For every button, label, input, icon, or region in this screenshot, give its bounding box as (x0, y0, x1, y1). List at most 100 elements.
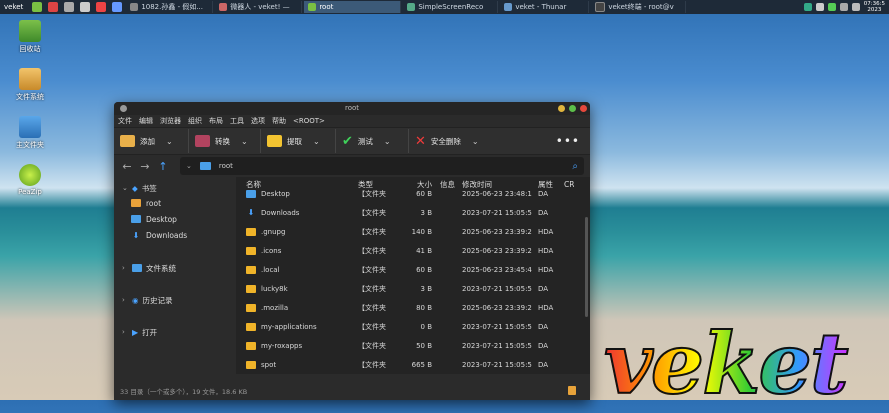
up-arrow-icon[interactable]: ↑ (156, 160, 170, 173)
quicklaunch-icon-6[interactable] (112, 2, 123, 12)
folder-icon (246, 341, 256, 350)
file-row[interactable]: lucky8k 【文件夹 3 B 2023-07-21 15:05:5 DA (236, 279, 590, 298)
file-list: 名称 类型 大小 信息 修改时间 属性 CR Desktop 【文件夹 60 B… (236, 177, 590, 374)
menu-edit[interactable]: 编辑 (139, 116, 153, 126)
lock-icon[interactable] (568, 386, 576, 395)
desktop-icon-filesystem[interactable]: 文件系统 (8, 68, 52, 102)
chevron-down-icon[interactable]: ⌄ (186, 162, 192, 170)
taskbar-task-5[interactable]: veket终端 - root@v (591, 1, 687, 13)
menu-tools[interactable]: 工具 (230, 116, 244, 126)
file-row[interactable]: my-roxapps 【文件夹 50 B 2023-07-21 15:05:5 … (236, 336, 590, 355)
secure-delete-button[interactable]: ✕ 安全删除 ⌄ (409, 129, 505, 153)
sidebar-open-header[interactable]: › ▶ 打开 (114, 325, 236, 339)
task-app-icon (504, 3, 513, 11)
download-icon: ⬇ (132, 230, 140, 240)
volume-icon[interactable] (851, 3, 860, 11)
folder-icon (246, 322, 256, 331)
column-name[interactable]: 名称 (236, 179, 358, 190)
chevron-right-icon: › (122, 328, 125, 336)
quicklaunch-icon-3[interactable] (64, 2, 75, 12)
task-app-icon (308, 3, 317, 11)
sidebar-item-downloads[interactable]: ⬇ Downloads (114, 227, 236, 243)
taskbar-task-4[interactable]: veket - Thunar (500, 1, 590, 13)
maximize-button[interactable] (569, 105, 576, 112)
folder-icon (246, 246, 256, 255)
history-icon: ◉ (132, 295, 139, 305)
network-icon[interactable] (839, 3, 848, 11)
file-row[interactable]: spot 【文件夹 665 B 2023-07-21 15:05:5 DA (236, 355, 590, 374)
column-crc[interactable]: CR (564, 180, 574, 189)
file-row[interactable]: .mozilla 【文件夹 80 B 2025-06-23 23:39:2 HD… (236, 298, 590, 317)
folder-icon (199, 162, 211, 170)
close-button[interactable] (580, 105, 587, 112)
sidebar-history-header[interactable]: › ◉ 历史记录 (114, 293, 236, 307)
path-bar[interactable]: ⌄ root ⌕ (180, 157, 584, 175)
forward-arrow-icon[interactable]: → (138, 160, 152, 173)
quicklaunch-icon-5[interactable] (96, 2, 107, 12)
desktop-icon-trash[interactable]: 回收站 (8, 20, 52, 54)
extract-icon (267, 135, 282, 147)
desktop-icon-peazip[interactable]: PeaZip (8, 164, 52, 196)
menu-help[interactable]: 帮助 (272, 116, 286, 126)
filesystem-icon (132, 264, 142, 272)
file-row[interactable]: .icons 【文件夹 41 B 2025-06-23 23:39:2 HDA (236, 241, 590, 260)
quicklaunch-icon-4[interactable] (80, 2, 91, 12)
quicklaunch-icon-2[interactable] (48, 2, 59, 12)
file-row[interactable]: my-applications 【文件夹 0 B 2023-07-21 15:0… (236, 317, 590, 336)
chevron-down-icon[interactable]: ⌄ (472, 137, 479, 146)
column-info[interactable]: 信息 (440, 179, 462, 190)
extract-button[interactable]: 提取 ⌄ (261, 129, 336, 153)
menu-organize[interactable]: 组织 (188, 116, 202, 126)
sidebar-bookmarks-header[interactable]: ⌄ ◆ 书签 (114, 181, 236, 195)
taskbar: veket 1082.孙鑫 - 假如... 微器人 - veket! — roo… (0, 0, 889, 14)
more-options-button[interactable]: ••• (556, 134, 590, 148)
archive-add-icon (120, 135, 135, 147)
file-row[interactable]: .local 【文件夹 60 B 2025-06-23 23:45:4 HDA (236, 260, 590, 279)
convert-button[interactable]: 转换 ⌄ (189, 129, 261, 153)
vertical-scrollbar[interactable] (585, 217, 588, 317)
folder-icon (246, 360, 256, 369)
menu-layout[interactable]: 布局 (209, 116, 223, 126)
column-attributes[interactable]: 属性 (538, 179, 564, 190)
folder-icon (246, 303, 256, 312)
window-titlebar[interactable]: root (114, 102, 590, 115)
menu-file[interactable]: 文件 (118, 116, 132, 126)
menu-root[interactable]: <ROOT> (293, 117, 325, 125)
chevron-down-icon[interactable]: ⌄ (241, 137, 248, 146)
chevron-down-icon[interactable]: ⌄ (384, 137, 391, 146)
sidebar-filesystem-header[interactable]: › 文件系统 (114, 261, 236, 275)
column-size[interactable]: 大小 (396, 179, 440, 190)
add-button[interactable]: 添加 ⌄ (114, 129, 189, 153)
taskbar-task-2[interactable]: root (304, 1, 402, 13)
chevron-right-icon: › (122, 296, 125, 304)
menu-options[interactable]: 选项 (251, 116, 265, 126)
sidebar-item-root[interactable]: root (114, 195, 236, 211)
toolbar: 添加 ⌄ 转换 ⌄ 提取 ⌄ ✔ 测试 ⌄ ✕ 安全删除 ⌄ ••• (114, 127, 590, 155)
search-icon[interactable]: ⌕ (572, 161, 578, 172)
quicklaunch-icon-1[interactable] (32, 2, 43, 12)
clock[interactable]: 07:36:5 2023 (864, 1, 885, 13)
desktop-folder-icon (246, 189, 256, 198)
tray-icon-2[interactable] (815, 3, 824, 11)
chevron-down-icon[interactable]: ⌄ (166, 137, 173, 146)
sidebar-item-desktop[interactable]: Desktop (114, 211, 236, 227)
start-menu-button[interactable]: veket (0, 3, 29, 11)
taskbar-task-1[interactable]: 微器人 - veket! — (215, 1, 303, 13)
bookmark-icon: ◆ (132, 183, 138, 193)
tray-icon-1[interactable] (803, 3, 812, 11)
battery-icon[interactable] (827, 3, 836, 11)
chevron-down-icon[interactable]: ⌄ (313, 137, 320, 146)
path-text: root (218, 162, 233, 170)
menu-browser[interactable]: 浏览器 (160, 116, 181, 126)
convert-icon (195, 135, 210, 147)
file-row[interactable]: .gnupg 【文件夹 140 B 2025-06-23 23:39:2 HDA (236, 222, 590, 241)
file-row[interactable]: ⬇ Downloads 【文件夹 3 B 2023-07-21 15:05:5 D… (236, 203, 590, 222)
minimize-button[interactable] (558, 105, 565, 112)
download-icon: ⬇ (247, 208, 255, 217)
column-modified[interactable]: 修改时间 (462, 179, 538, 190)
taskbar-task-0[interactable]: 1082.孙鑫 - 假如... (126, 1, 214, 13)
back-arrow-icon[interactable]: ← (120, 160, 134, 173)
taskbar-task-3[interactable]: SimpleScreenReco (403, 1, 499, 13)
test-button[interactable]: ✔ 测试 ⌄ (336, 129, 409, 153)
desktop-icon-home[interactable]: 主文件夹 (8, 116, 52, 150)
